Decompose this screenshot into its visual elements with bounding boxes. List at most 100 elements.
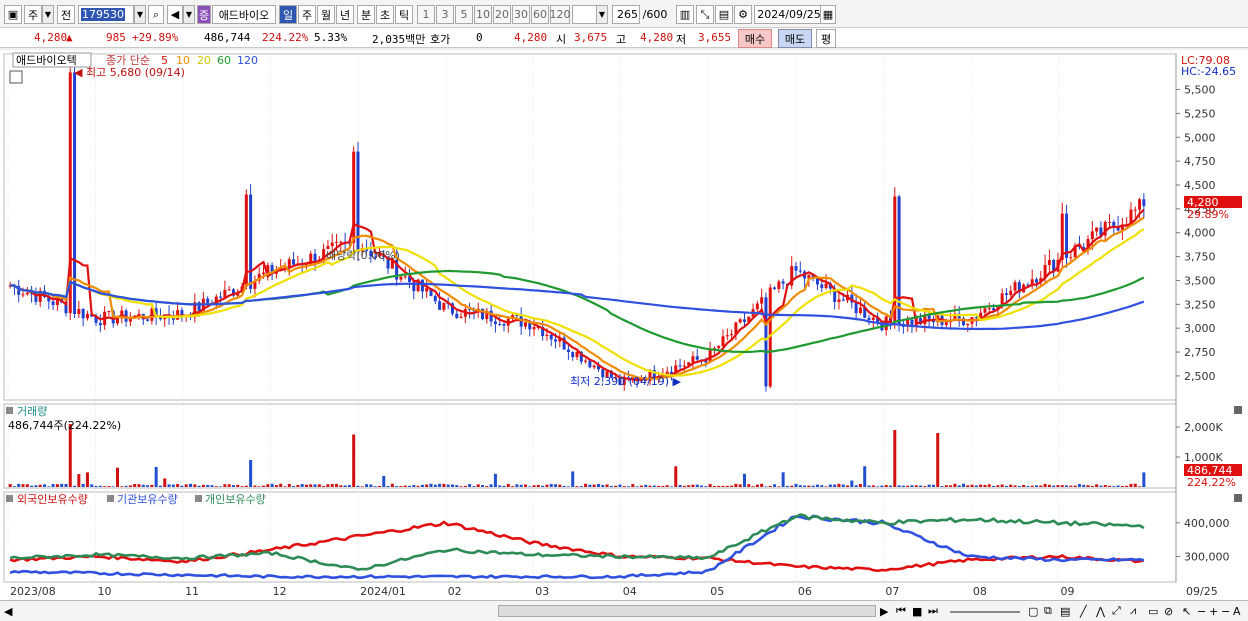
volume: 486,744 xyxy=(204,31,251,44)
candle-body xyxy=(206,298,210,303)
mode-secondary[interactable]: 전 xyxy=(57,5,75,24)
candle-body xyxy=(584,360,588,362)
volume-bar xyxy=(1030,485,1034,487)
volume-bar xyxy=(1034,485,1038,487)
period-second[interactable]: 초 xyxy=(376,5,394,24)
candle-body xyxy=(502,324,506,326)
fib-tool-icon[interactable]: ⩘ xyxy=(1130,603,1144,619)
table-icon[interactable]: ▤ xyxy=(1060,603,1074,619)
candle-body xyxy=(695,356,699,360)
jump-start-icon[interactable]: ⏮ xyxy=(896,603,910,619)
volume-rate: 224.22% xyxy=(262,31,309,44)
buy-button[interactable]: 매수 xyxy=(738,29,772,48)
zoom-in-icon[interactable]: − xyxy=(1221,603,1231,619)
stock-name[interactable]: 애드바이오 xyxy=(212,5,276,24)
volume-bar xyxy=(674,466,678,487)
box-tool-icon[interactable]: ▭ xyxy=(1148,603,1162,619)
scroll-right-icon[interactable]: ▶ xyxy=(880,603,892,619)
volume-bar xyxy=(974,485,978,487)
period-tick[interactable]: 틱 xyxy=(395,5,413,24)
chart-type-icon[interactable]: ▥ xyxy=(676,5,694,24)
line-tool-icon[interactable]: ╱ xyxy=(1080,603,1094,619)
avg-button[interactable]: 평 xyxy=(816,29,836,48)
chart-area[interactable]: 5,500 5,250 5,000 4,750 4,500 4,250 4,000 3,750… xyxy=(0,50,1248,600)
panel-toggle-icon[interactable] xyxy=(6,407,13,414)
jump-end-icon[interactable]: ⏭ xyxy=(928,603,942,619)
volume-bar xyxy=(481,485,485,487)
trend-tool-icon[interactable]: ⤢ xyxy=(1112,603,1126,619)
volume-bar xyxy=(1013,485,1017,487)
volume-bar xyxy=(1073,485,1077,487)
volume-bar xyxy=(386,486,390,487)
interval-20[interactable]: 20 xyxy=(493,5,511,24)
candle-body xyxy=(678,365,682,367)
volume-bar xyxy=(1103,484,1107,487)
zigzag-tool-icon[interactable]: ⋀ xyxy=(1096,603,1110,619)
mode-primary[interactable]: 주 xyxy=(24,5,42,24)
scrollbar-thumb[interactable] xyxy=(498,605,876,617)
candle-body xyxy=(85,313,89,319)
ma-20: 20 xyxy=(197,54,211,67)
interval-5[interactable]: 5 xyxy=(455,5,473,24)
interval-60[interactable]: 60 xyxy=(531,5,549,24)
volume-bar xyxy=(1060,485,1064,487)
interval-120[interactable]: 120 xyxy=(550,5,571,24)
stop-icon[interactable]: ■ xyxy=(912,603,926,619)
speaker-dropdown-icon[interactable]: ▼ xyxy=(183,5,195,24)
cursor-icon[interactable]: ↖ xyxy=(1182,603,1194,619)
zoom-out-icon[interactable]: − xyxy=(1197,603,1207,619)
period-week[interactable]: 주 xyxy=(298,5,316,24)
candle-body xyxy=(867,317,871,320)
count-input[interactable]: 265 xyxy=(612,5,640,24)
period-day[interactable]: 일 xyxy=(279,5,297,24)
volume-bar xyxy=(1026,486,1030,487)
volume-bar xyxy=(210,485,214,487)
search-icon[interactable]: ⌕ xyxy=(148,5,164,24)
layout-icon[interactable]: ▣ xyxy=(4,5,22,24)
volume-bar xyxy=(128,485,132,487)
candle-body xyxy=(81,308,85,319)
calculator-icon[interactable] xyxy=(9,70,23,84)
low-marker: 최저 2,390 (04/19) ▶ xyxy=(570,375,682,388)
volume-bar xyxy=(622,486,626,487)
volume-bar xyxy=(596,483,600,487)
date-input[interactable]: 2024/09/25 xyxy=(754,5,824,24)
interval-3[interactable]: 3 xyxy=(436,5,454,24)
gear-icon[interactable]: ⚙ xyxy=(734,5,752,24)
interval-1[interactable]: 1 xyxy=(417,5,435,24)
interval-dropdown-icon[interactable]: ▼ xyxy=(596,5,608,24)
interval-30[interactable]: 30 xyxy=(512,5,530,24)
save-icon[interactable]: ▤ xyxy=(715,5,733,24)
sell-button[interactable]: 매도 xyxy=(778,29,812,48)
chevron-down-icon[interactable]: ▼ xyxy=(42,5,54,24)
zoom-slider[interactable] xyxy=(950,603,1020,613)
calendar-icon[interactable]: ▦ xyxy=(820,5,836,24)
font-icon[interactable]: A xyxy=(1233,603,1243,619)
draw-tool-icon[interactable]: ⤡ xyxy=(696,5,714,24)
erase-tool-icon[interactable]: ⊘ xyxy=(1164,603,1178,619)
volume-bar xyxy=(665,485,669,487)
period-month[interactable]: 월 xyxy=(317,5,335,24)
split-icon[interactable]: ⧉ xyxy=(1044,603,1058,619)
legend-individual: 개인보유수량 xyxy=(205,493,266,506)
volume-bar xyxy=(206,484,210,487)
window-icon[interactable]: ▢ xyxy=(1028,603,1042,619)
code-input[interactable]: 179530 xyxy=(78,5,134,24)
open-label: 시 xyxy=(556,33,567,46)
volume-bar xyxy=(167,484,171,487)
volume-bar xyxy=(931,484,935,487)
candle-body xyxy=(858,307,862,314)
interval-10[interactable]: 10 xyxy=(474,5,492,24)
volume-panel-close-icon[interactable] xyxy=(1234,406,1242,414)
period-minute[interactable]: 분 xyxy=(357,5,375,24)
volume-bar xyxy=(77,474,81,487)
holding-panel-close-icon[interactable] xyxy=(1234,494,1242,502)
holding-toggle-icon[interactable] xyxy=(6,495,13,502)
code-dropdown-icon[interactable]: ▼ xyxy=(134,5,146,24)
period-year[interactable]: 년 xyxy=(336,5,354,24)
volume-bar xyxy=(317,484,321,487)
crosshair-icon[interactable]: + xyxy=(1209,603,1219,619)
stock-chart[interactable]: 5,5005,2505,0004,7504,5004,2504,0003,750… xyxy=(0,50,1248,600)
speaker-icon[interactable]: ◀ xyxy=(167,5,183,24)
scroll-left-icon[interactable]: ◀ xyxy=(4,603,16,619)
